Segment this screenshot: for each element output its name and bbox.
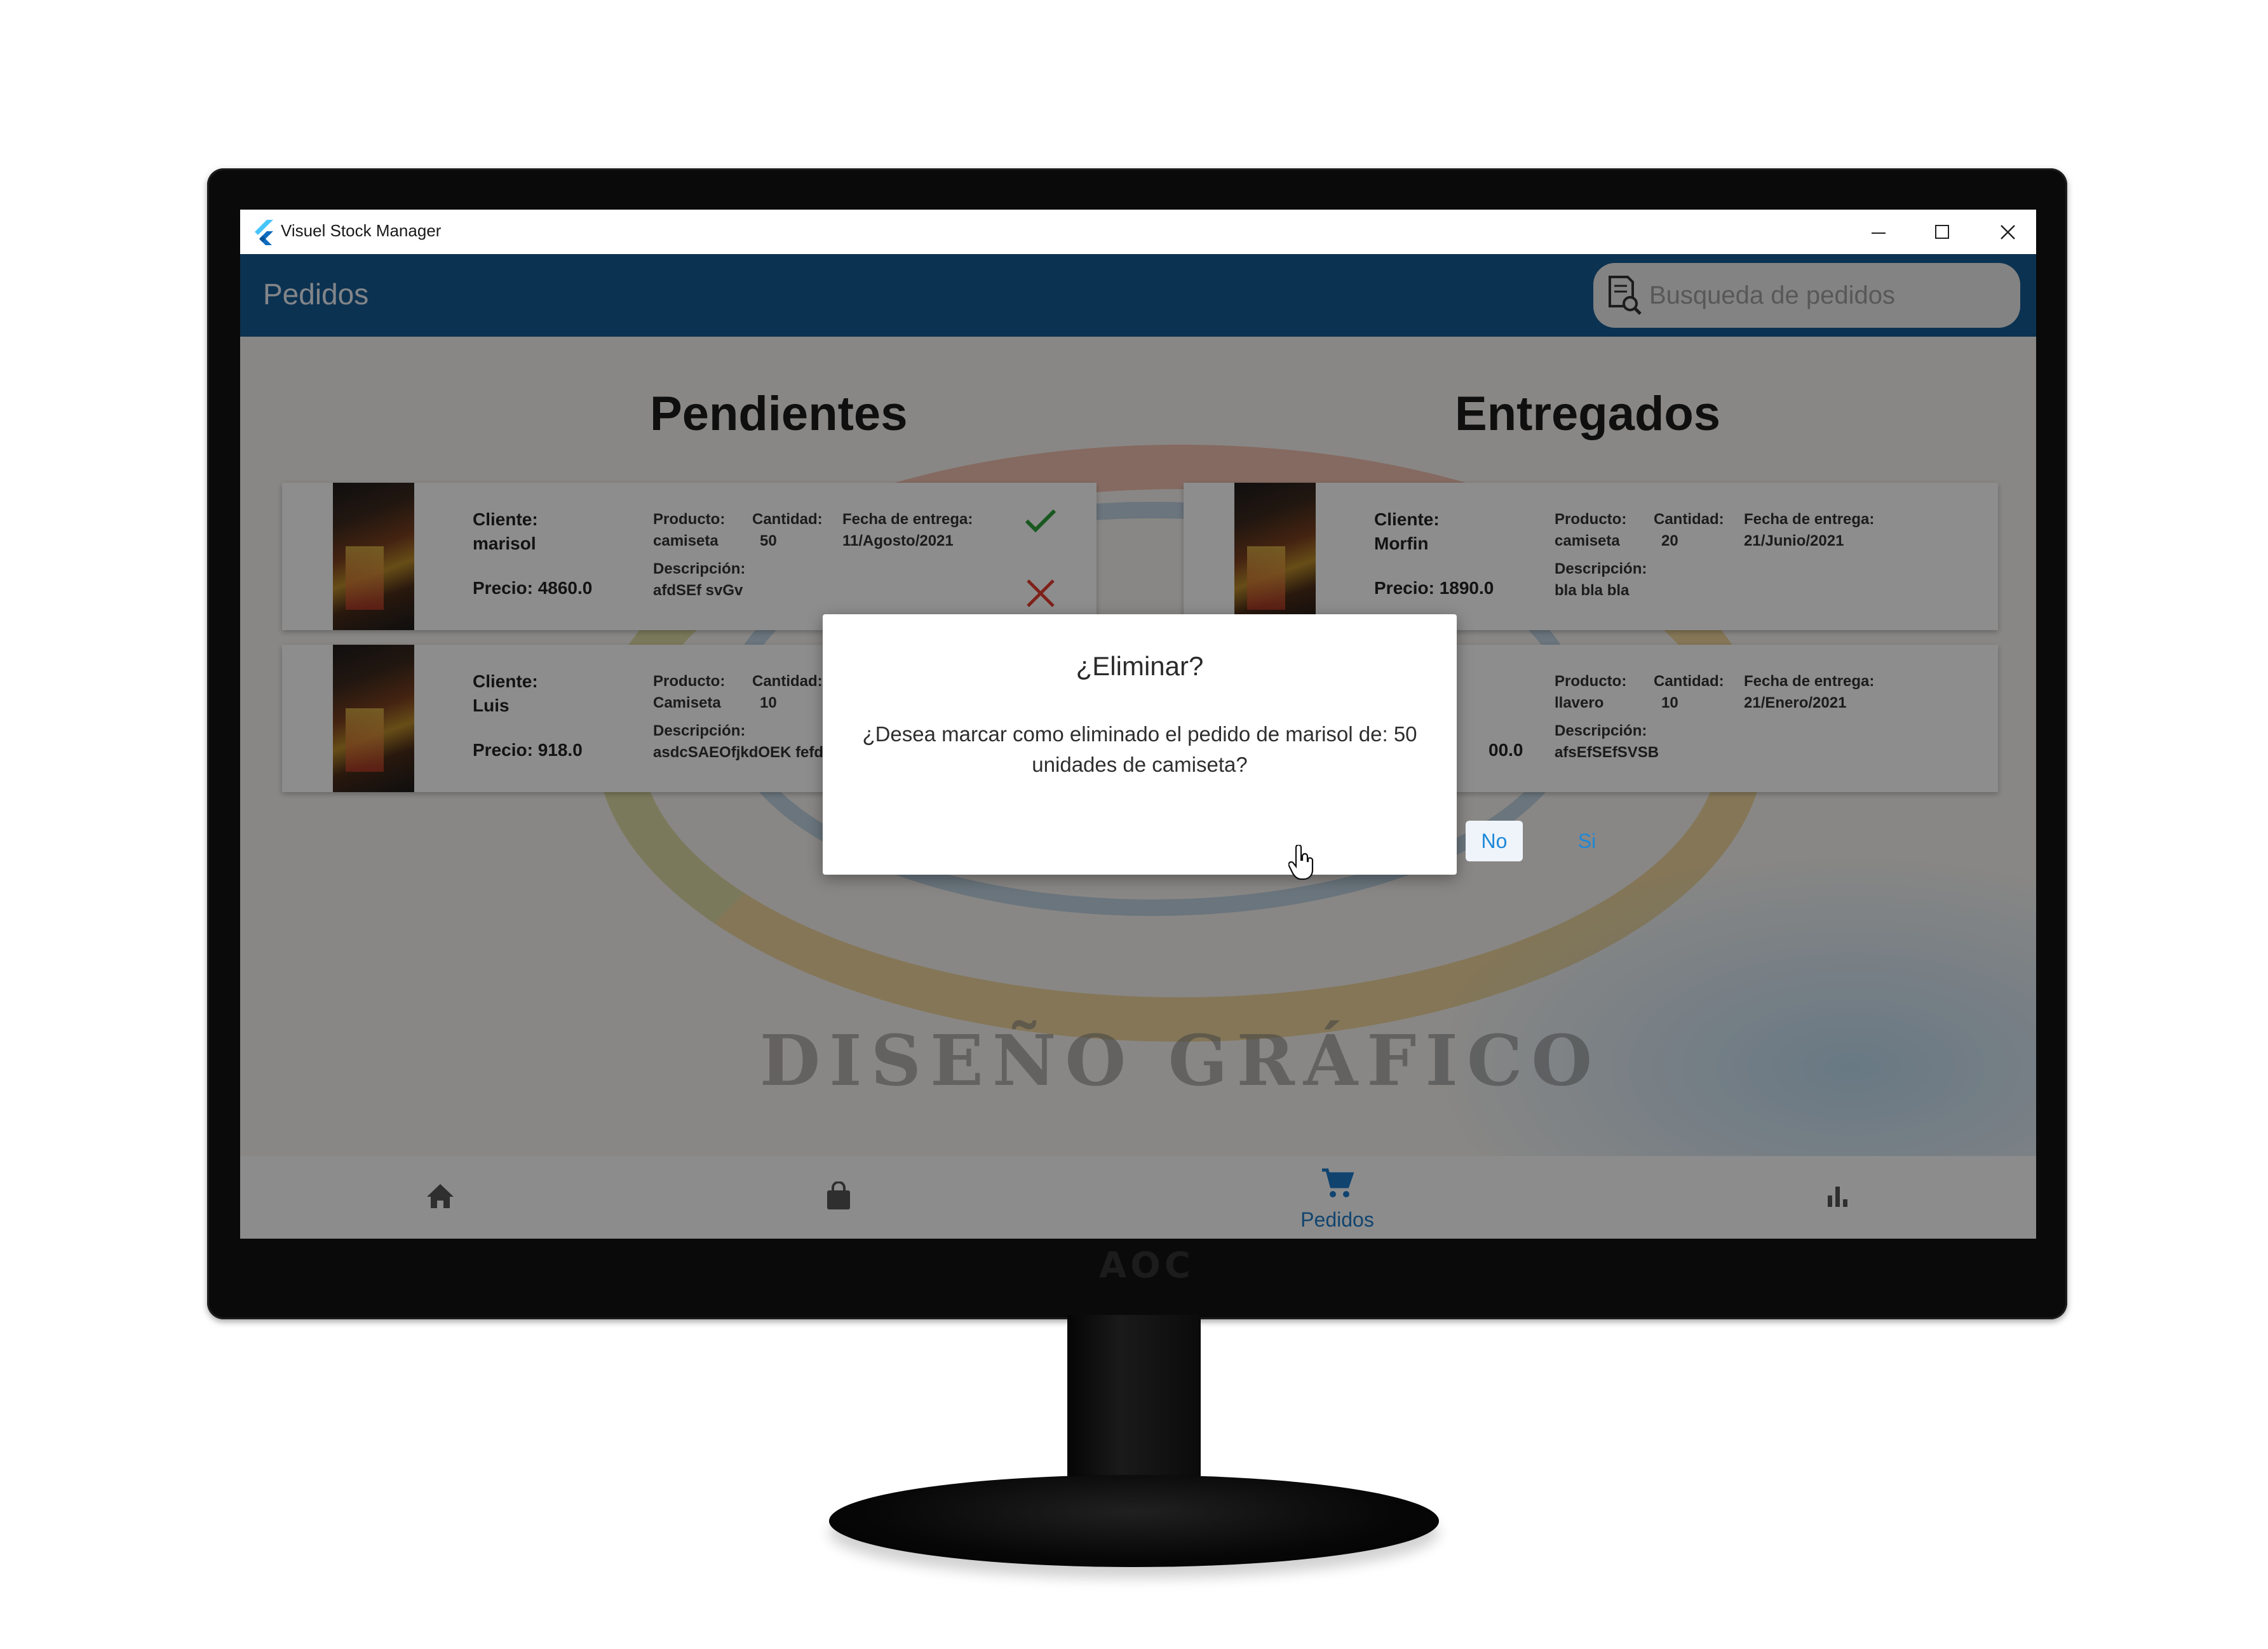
client-label: Cliente: [473,671,538,691]
quantity-value: 20 [1661,532,1678,549]
client-name: Luis [473,696,510,715]
product-label: Producto: [653,511,726,528]
background-watermark: DISEÑO GRÁFICO [759,1020,1602,1101]
description-value: afsEfSEfSVSB [1555,744,1659,761]
close-icon [2001,225,2015,239]
pending-order-card[interactable]: Cliente: marisol Precio: 4860.0 Producto… [282,483,1097,630]
minimize-button[interactable] [1847,210,1911,254]
dialog-title: ¿Eliminar? [1076,651,1204,681]
dialog-message: ¿Desea marcar como eliminado el pedido d… [862,722,1417,776]
close-button[interactable] [1976,210,2036,254]
product-label: Producto: [1555,511,1627,528]
maximize-button[interactable] [1911,210,1974,254]
delivered-order-card[interactable]: Cliente: Morfin Precio: 1890.0 Producto:… [1184,483,1998,630]
hand-cursor-icon [1288,845,1314,880]
nav-item-stats[interactable] [1768,1156,1908,1239]
monitor-base [829,1475,1439,1567]
bottom-navigation: Pedidos [240,1156,2036,1239]
nav-item-home[interactable] [370,1156,510,1239]
maximize-icon [1935,225,1949,239]
window-title: Visuel Stock Manager [281,221,442,240]
description-label: Descripción: [1555,722,1647,739]
product-value: Camiseta [653,694,721,711]
delivery-date-value: 11/Agosto/2021 [842,532,954,549]
quantity-value: 10 [760,694,777,711]
product-image [1234,483,1316,630]
background-sky [1415,845,2036,1156]
app-window: Visuel Stock Manager Pedidos D [240,210,2036,1239]
description-label: Descripción: [1555,560,1647,577]
client-label: Cliente: [1374,509,1440,529]
price: 00.0 [1488,740,1523,760]
delete-dialog: ¿Eliminar? ¿Desea marcar como eliminado … [823,614,1596,875]
client-name: marisol [473,534,536,553]
window-titlebar: Visuel Stock Manager [240,210,2036,254]
bar-chart-icon [1828,1187,1847,1207]
price: Precio: 918.0 [473,740,583,760]
home-icon [427,1184,454,1208]
delivery-date-value: 21/Enero/2021 [1744,694,1847,711]
product-image [333,483,414,630]
quantity-label: Cantidad: [1654,511,1724,528]
delivery-date-label: Fecha de entrega: [842,511,973,528]
quantity-label: Cantidad: [1654,673,1724,690]
minimize-icon [1872,232,1886,234]
nav-item-pedidos[interactable]: Pedidos [1267,1156,1407,1239]
product-label: Producto: [1555,673,1627,690]
pending-title: Pendientes [650,387,908,441]
flutter-logo-icon [255,220,273,245]
product-value: llavero [1555,694,1604,711]
page-title: Pedidos [263,278,369,311]
delivered-title: Entregados [1455,387,1721,441]
product-image [333,645,414,792]
shopping-bag-icon [827,1181,850,1209]
quantity-label: Cantidad: [752,673,823,690]
product-value: camiseta [653,532,719,549]
delivery-date-label: Fecha de entrega: [1744,511,1875,528]
delivery-date-value: 21/Junio/2021 [1744,532,1844,549]
price: Precio: 1890.0 [1374,578,1494,598]
product-value: camiseta [1555,532,1620,549]
description-value: bla bla bla [1555,582,1630,599]
description-label: Descripción: [653,722,746,739]
si-button[interactable]: Si [1558,821,1616,861]
client-label: Cliente: [473,509,538,529]
document-search-icon [1609,276,1642,315]
cart-icon [1322,1168,1354,1197]
quantity-label: Cantidad: [752,511,823,528]
monitor-brand-logo: AOC [1098,1245,1195,1286]
product-label: Producto: [653,673,726,690]
description-label: Descripción: [653,560,746,577]
nav-item-products[interactable] [769,1156,908,1239]
quantity-value: 50 [760,532,777,549]
cross-icon[interactable] [1025,578,1056,609]
description-value: afdSEf svGv [653,582,743,599]
description-value: asdcSAEOfjkdOEK fefd [653,744,824,761]
price: Precio: 4860.0 [473,578,593,598]
check-icon[interactable] [1024,507,1057,535]
delivery-date-label: Fecha de entrega: [1744,673,1875,690]
client-name: Morfin [1374,534,1429,553]
quantity-value: 10 [1661,694,1678,711]
search-input[interactable] [1648,277,2006,314]
nav-label-pedidos: Pedidos [1300,1208,1374,1231]
app-bar: Pedidos [240,254,2036,337]
search-box[interactable] [1593,263,2020,328]
no-button[interactable]: No [1466,821,1523,861]
